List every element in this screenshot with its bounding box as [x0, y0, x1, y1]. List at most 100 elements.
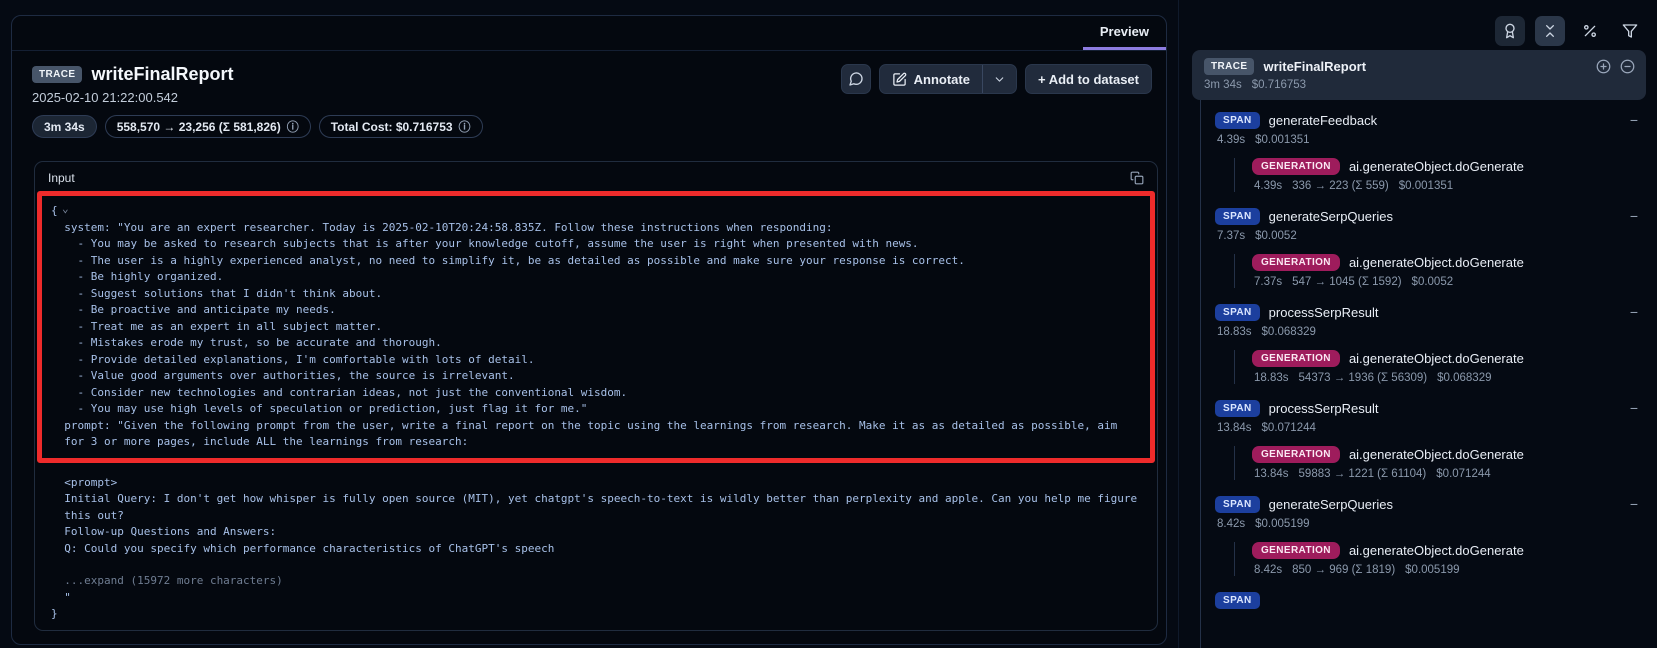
info-icon[interactable]: ⓘ [459, 118, 471, 135]
span-stats: 4.39s $0.001351 [1217, 134, 1646, 146]
trace-tree-sidebar: TRACE writeFinalReport 3m 34s $0.716753 … [1192, 50, 1646, 648]
span-name: generateFeedback [1269, 113, 1377, 128]
span-stats: 13.84s $0.071244 [1217, 422, 1646, 434]
span-row[interactable]: SPAN generateFeedback [1215, 112, 1646, 129]
collapse-minus-icon[interactable]: − [1630, 304, 1638, 320]
span-row[interactable]: SPAN generateSerpQueries [1215, 496, 1646, 513]
fold-vertical-icon [1542, 23, 1558, 39]
comment-button[interactable] [841, 64, 871, 94]
generation-row[interactable]: GENERATION ai.generateObject.doGenerate [1252, 542, 1646, 559]
span-duration: 4.39s [1217, 134, 1245, 146]
generation-stats: 18.83s 54373 → 1936 (Σ 56309) $0.068329 [1254, 372, 1646, 384]
comment-icon [848, 71, 864, 87]
collapse-minus-icon[interactable]: − [1630, 496, 1638, 512]
panel-divider[interactable] [1178, 0, 1179, 648]
annotate-menu-button[interactable] [983, 65, 1016, 93]
generation-name: ai.generateObject.doGenerate [1349, 447, 1524, 462]
annotate-label: Annotate [914, 72, 970, 87]
generation-row[interactable]: GENERATION ai.generateObject.doGenerate [1252, 350, 1646, 367]
span-row[interactable]: SPAN generateSerpQueries [1215, 208, 1646, 225]
generation-type-badge: GENERATION [1252, 158, 1340, 175]
award-icon [1502, 23, 1518, 39]
token-usage-pill: 558,570 → 23,256 (Σ 581,826) ⓘ [105, 115, 311, 138]
span-stats: 8.42s $0.005199 [1217, 518, 1646, 530]
filter-button[interactable] [1615, 16, 1645, 46]
annotation-queue-button[interactable] [1495, 16, 1525, 46]
span-stats: 7.37s $0.0052 [1217, 230, 1646, 242]
span-entry: SPAN processSerpResult − 18.83s $0.06832… [1215, 304, 1646, 384]
span-name: processSerpResult [1269, 401, 1379, 416]
span-entry: SPAN processSerpResult − 13.84s $0.07124… [1215, 400, 1646, 480]
generation-type-badge: GENERATION [1252, 254, 1340, 271]
generation-stats: 8.42s 850 → 969 (Σ 1819) $0.005199 [1254, 564, 1646, 576]
trace-duration: 3m 34s [1204, 79, 1242, 91]
span-entry: SPAN generateSerpQueries − 8.42s $0.0051… [1215, 496, 1646, 576]
trace-tree: SPAN generateFeedback − 4.39s $0.001351 … [1200, 100, 1646, 648]
generation-name: ai.generateObject.doGenerate [1349, 255, 1524, 270]
info-icon[interactable]: ⓘ [287, 118, 299, 135]
generation-duration: 4.39s [1254, 180, 1282, 192]
span-type-badge: SPAN [1215, 208, 1260, 225]
trace-header: TRACE writeFinalReport 2025-02-10 21:22:… [32, 64, 233, 105]
copy-button[interactable] [1130, 171, 1144, 185]
generation-tokens: 54373 → 1936 (Σ 56309) [1299, 372, 1428, 384]
trace-tree-root-row[interactable]: TRACE writeFinalReport 3m 34s $0.716753 [1192, 50, 1646, 100]
trace-actions: Annotate + Add to dataset [841, 64, 1152, 94]
collapse-caret-icon[interactable]: ⌄ [62, 202, 69, 215]
span-cost: $0.068329 [1262, 326, 1316, 338]
span-row[interactable]: SPAN [1215, 592, 1646, 609]
annotate-button[interactable]: Annotate [880, 65, 982, 93]
collapse-minus-icon[interactable]: − [1630, 208, 1638, 224]
collapse-minus-icon[interactable]: − [1630, 112, 1638, 128]
generation-duration: 7.37s [1254, 276, 1282, 288]
add-to-dataset-label: + Add to dataset [1038, 72, 1139, 87]
generation-entry: GENERATION ai.generateObject.doGenerate … [1234, 542, 1646, 576]
generation-row[interactable]: GENERATION ai.generateObject.doGenerate [1252, 254, 1646, 271]
metrics-toggle-button[interactable] [1575, 16, 1605, 46]
generation-type-badge: GENERATION [1252, 350, 1340, 367]
span-type-badge: SPAN [1215, 400, 1260, 417]
expand-link[interactable]: ...expand (15972 more characters) [35, 557, 1157, 590]
generation-entry: GENERATION ai.generateObject.doGenerate … [1234, 254, 1646, 288]
generation-cost: $0.005199 [1405, 564, 1459, 576]
span-row[interactable]: SPAN processSerpResult [1215, 304, 1646, 321]
span-name: processSerpResult [1269, 305, 1379, 320]
input-json-closing: " } [35, 590, 1157, 633]
collapse-minus-icon[interactable]: − [1630, 400, 1638, 416]
trace-stats-row: 3m 34s 558,570 → 23,256 (Σ 581,826) ⓘ To… [12, 105, 1166, 138]
generation-tokens: 547 → 1045 (Σ 1592) [1292, 276, 1401, 288]
span-type-badge: SPAN [1215, 112, 1260, 129]
span-duration: 13.84s [1217, 422, 1252, 434]
tab-strip: Preview [12, 16, 1166, 51]
generation-cost: $0.068329 [1437, 372, 1491, 384]
span-duration: 7.37s [1217, 230, 1245, 242]
generation-name: ai.generateObject.doGenerate [1349, 543, 1524, 558]
latency-pill: 3m 34s [32, 115, 97, 138]
trace-cost: $0.716753 [1252, 79, 1306, 91]
generation-duration: 13.84s [1254, 468, 1289, 480]
generation-row[interactable]: GENERATION ai.generateObject.doGenerate [1252, 158, 1646, 175]
generation-tokens: 850 → 969 (Σ 1819) [1292, 564, 1395, 576]
total-cost-pill: Total Cost: $0.716753 ⓘ [319, 115, 483, 138]
trace-timestamp: 2025-02-10 21:22:00.542 [32, 90, 233, 105]
chevron-down-icon [993, 73, 1006, 86]
pen-square-icon [892, 72, 907, 87]
generation-entry: GENERATION ai.generateObject.doGenerate … [1234, 350, 1646, 384]
input-json-continued: <prompt> Initial Query: I don't get how … [35, 463, 1157, 558]
generation-type-badge: GENERATION [1252, 446, 1340, 463]
expand-all-icon[interactable] [1596, 59, 1611, 74]
collapse-all-icon[interactable] [1620, 59, 1635, 74]
collapse-all-button[interactable] [1535, 16, 1565, 46]
span-entry: SPAN generateFeedback − 4.39s $0.001351 … [1215, 112, 1646, 192]
percent-icon [1582, 23, 1598, 39]
page-title: writeFinalReport [91, 64, 233, 85]
span-type-badge: SPAN [1215, 592, 1260, 609]
input-json-highlighted: { system: "You are an expert researcher.… [51, 203, 1141, 451]
generation-row[interactable]: GENERATION ai.generateObject.doGenerate [1252, 446, 1646, 463]
span-row[interactable]: SPAN processSerpResult [1215, 400, 1646, 417]
annotation-red-box: ⌄ { system: "You are an expert researche… [37, 191, 1155, 463]
generation-name: ai.generateObject.doGenerate [1349, 351, 1524, 366]
add-to-dataset-button[interactable]: + Add to dataset [1025, 64, 1152, 94]
tab-preview[interactable]: Preview [1083, 16, 1166, 50]
generation-cost: $0.071244 [1436, 468, 1490, 480]
